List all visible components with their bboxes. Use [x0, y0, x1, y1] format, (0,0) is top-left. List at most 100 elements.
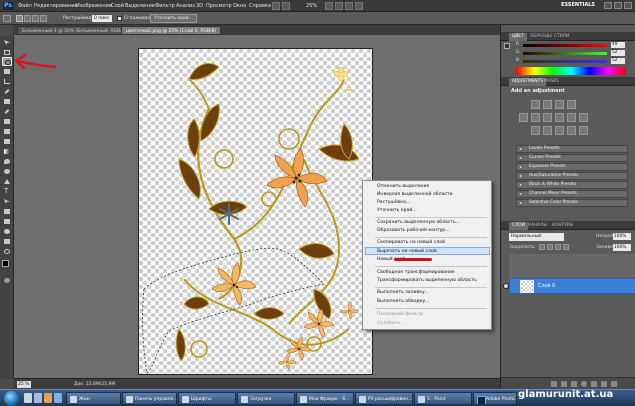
- eye-visibility-icon[interactable]: [503, 283, 509, 289]
- menu-3d[interactable]: 3D: [196, 3, 203, 9]
- menu-file[interactable]: Файл: [18, 3, 32, 9]
- lasso-preset-icon[interactable]: [3, 15, 11, 22]
- clone-stamp-tool-icon[interactable]: [2, 117, 12, 126]
- blur-tool-icon[interactable]: [2, 157, 12, 166]
- preset-hue-saturation[interactable]: Hue/Saturation Presets: [516, 172, 628, 180]
- screen-mode-icon[interactable]: [355, 2, 363, 10]
- zoom-level[interactable]: 25%: [306, 3, 317, 9]
- black-white-icon[interactable]: [555, 113, 564, 122]
- quick-launch-icon[interactable]: [54, 393, 62, 403]
- 3d-orbit-tool-icon[interactable]: [2, 227, 12, 236]
- gradient-tool-icon[interactable]: [2, 147, 12, 156]
- brightness-icon[interactable]: [531, 100, 540, 109]
- preset-black-white[interactable]: Black & White Presets: [516, 181, 628, 189]
- taskbar-item-paint[interactable]: 5 - Paint: [414, 392, 472, 405]
- zoom-tool-icon[interactable]: [2, 247, 12, 256]
- lock-position-icon[interactable]: [555, 244, 561, 250]
- blue-value-input[interactable]: 52: [611, 58, 625, 64]
- zoom-icon[interactable]: [335, 2, 343, 10]
- taskbar-item-fractals[interactable]: Мои Фракро - 6...: [296, 392, 354, 405]
- zoom-field[interactable]: 25 %: [17, 381, 31, 388]
- layer-mask-icon[interactable]: [571, 381, 577, 387]
- invert-icon[interactable]: [531, 126, 540, 135]
- shape-tool-icon[interactable]: [2, 207, 12, 216]
- red-slider[interactable]: [523, 44, 607, 47]
- layer-name[interactable]: Слой 0: [538, 284, 555, 289]
- quick-launch-icon[interactable]: [24, 393, 32, 403]
- tab-paths[interactable]: КОНТУРЫ: [549, 222, 576, 230]
- new-layer-icon[interactable]: [601, 381, 607, 387]
- selective-color-icon[interactable]: [579, 126, 588, 135]
- brush-tool-icon[interactable]: [2, 107, 12, 116]
- preset-channel-mixer[interactable]: Channel Mixer Presets: [516, 190, 628, 198]
- gradient-map-icon[interactable]: [567, 126, 576, 135]
- feather-input[interactable]: 0 пикс: [92, 15, 112, 22]
- menu-item-layer-via-cut[interactable]: Вырезать на новый слой: [377, 249, 437, 254]
- preset-curves[interactable]: Curves Presets: [516, 154, 628, 162]
- preset-selective-color[interactable]: Selective Color Presets: [516, 199, 628, 207]
- color-balance-icon[interactable]: [543, 113, 552, 122]
- tab-flowers-png[interactable]: цветочки2.png @ 25% (Слой 0, RGB/8): [121, 26, 222, 35]
- layer-style-icon[interactable]: [561, 381, 567, 387]
- maximize-icon[interactable]: [614, 2, 622, 9]
- quick-launch-icon[interactable]: [34, 393, 42, 403]
- threshold-icon[interactable]: [555, 126, 564, 135]
- menu-item-stroke[interactable]: Выполнить обводку...: [377, 299, 430, 304]
- color-preview-swatch[interactable]: [504, 43, 510, 49]
- preset-exposure[interactable]: Exposure Presets: [516, 163, 628, 171]
- menu-item-deselect[interactable]: Отменить выделение: [377, 184, 429, 189]
- type-tool-icon[interactable]: T: [2, 187, 12, 196]
- menu-item-inverse[interactable]: Инверсия выделенной области: [377, 192, 453, 197]
- document-canvas[interactable]: [138, 48, 373, 375]
- blend-mode-select[interactable]: Нормальный: [509, 233, 564, 241]
- menu-filter[interactable]: Фильтр: [155, 3, 175, 9]
- hue-saturation-icon[interactable]: [531, 113, 540, 122]
- green-slider[interactable]: [523, 52, 607, 55]
- red-value-input[interactable]: 49: [611, 42, 625, 48]
- intersect-selection-icon[interactable]: [40, 15, 47, 22]
- workspace-switcher[interactable]: ESSENTIALS: [561, 2, 595, 8]
- crop-tool-icon[interactable]: [2, 77, 12, 86]
- quick-mask-icon[interactable]: [2, 276, 12, 285]
- new-selection-icon[interactable]: [16, 15, 23, 22]
- taskbar-item-document[interactable]: РЗ расшифрован...: [355, 392, 413, 405]
- add-selection-icon[interactable]: [24, 15, 31, 22]
- marquee-tool-icon[interactable]: [2, 48, 12, 57]
- menu-edit[interactable]: Редактирование: [34, 3, 78, 9]
- lock-all-icon[interactable]: [563, 244, 569, 250]
- hand-tool-icon[interactable]: [2, 237, 12, 246]
- group-icon[interactable]: [591, 381, 597, 387]
- bridge-icon[interactable]: [272, 2, 280, 10]
- menu-item-refine-edge[interactable]: Уточнить край...: [377, 208, 417, 213]
- menu-help[interactable]: Справка: [249, 3, 271, 9]
- menu-analysis[interactable]: Анализ: [176, 3, 195, 9]
- photo-filter-icon[interactable]: [567, 113, 576, 122]
- close-icon[interactable]: [624, 2, 632, 9]
- trash-icon[interactable]: [611, 381, 617, 387]
- lock-pixels-icon[interactable]: [547, 244, 553, 250]
- quick-launch-icon[interactable]: [44, 393, 52, 403]
- healing-brush-tool-icon[interactable]: [2, 97, 12, 106]
- menu-item-free-transform[interactable]: Свободное трансформирование: [377, 270, 455, 275]
- start-button-icon[interactable]: [4, 391, 19, 406]
- pen-tool-icon[interactable]: [2, 177, 12, 186]
- taskbar-item-fonts[interactable]: Шрифты: [178, 392, 236, 405]
- lock-transparency-icon[interactable]: [539, 244, 545, 250]
- refine-edge-button[interactable]: Уточнить край...: [150, 14, 197, 23]
- minimize-icon[interactable]: [604, 2, 612, 9]
- document-size-info[interactable]: Док: 22,6М/25,9М: [74, 382, 115, 387]
- eraser-tool-icon[interactable]: [2, 137, 12, 146]
- opacity-input[interactable]: 100%: [613, 233, 631, 240]
- subtract-selection-icon[interactable]: [32, 15, 39, 22]
- tab-color[interactable]: ЦВЕТ: [509, 33, 527, 41]
- levels-icon[interactable]: [543, 100, 552, 109]
- window-controls[interactable]: [602, 2, 632, 11]
- tab-styles[interactable]: СТИЛИ: [551, 33, 572, 41]
- fill-input[interactable]: 100%: [613, 244, 631, 251]
- hand-icon[interactable]: [325, 2, 333, 10]
- taskbar-item-downloads[interactable]: Загрузка: [237, 392, 295, 405]
- green-value-input[interactable]: 52: [611, 50, 625, 56]
- dodge-tool-icon[interactable]: [2, 167, 12, 176]
- foreground-color-swatch[interactable]: [2, 260, 9, 267]
- tab-masks[interactable]: MASKS: [541, 78, 562, 86]
